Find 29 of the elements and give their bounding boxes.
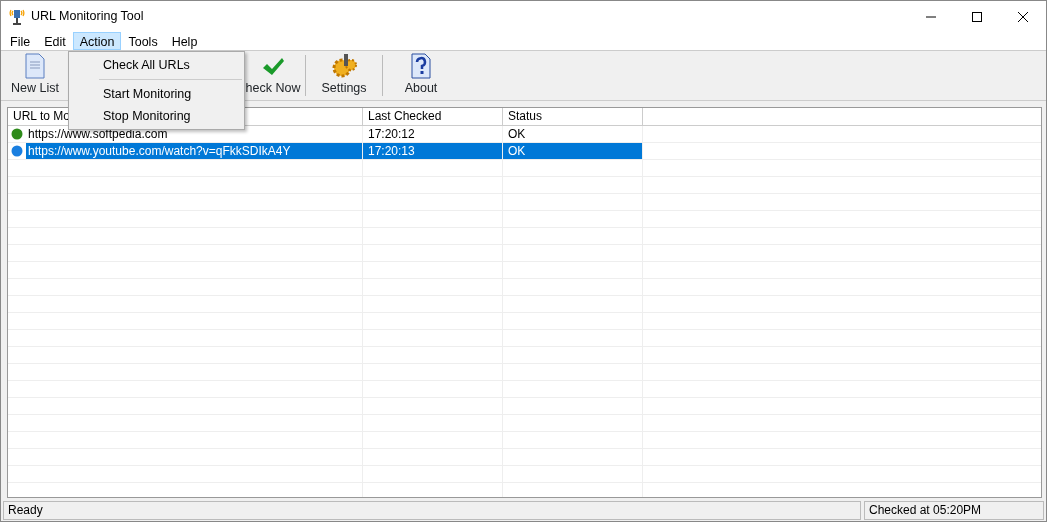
document-icon — [24, 53, 46, 80]
table-cell: OK — [503, 126, 643, 142]
menu-item[interactable]: Help — [164, 32, 205, 50]
toolbar-button[interactable]: About — [385, 53, 457, 98]
gear-icon — [330, 53, 358, 80]
help-icon — [410, 53, 432, 80]
toolbar-button[interactable]: New List — [5, 53, 65, 98]
menu-item[interactable]: Start Monitoring — [69, 83, 244, 105]
toolbar-button[interactable]: heck Now — [243, 53, 303, 98]
table-cell[interactable]: https://www.softpedia.com — [26, 126, 170, 142]
table-cell: OK — [503, 143, 643, 159]
menu-item[interactable]: Tools — [121, 32, 165, 50]
menu-item[interactable]: Stop Monitoring — [69, 105, 244, 127]
menu-item[interactable]: File — [3, 32, 38, 50]
menu-item[interactable]: Edit — [37, 32, 73, 50]
column-header[interactable]: Last Checked — [363, 108, 503, 125]
column-header[interactable]: Status — [503, 108, 643, 125]
toolbar-button[interactable]: Settings — [308, 53, 380, 98]
close-icon[interactable] — [1017, 10, 1029, 23]
maximize-icon[interactable] — [971, 10, 983, 23]
menu-item[interactable]: Check All URLs — [69, 54, 244, 76]
status-text: Checked at 05:20PM — [864, 501, 1044, 520]
status-text: Ready — [3, 501, 861, 520]
table-cell: 17:20:13 — [363, 143, 503, 159]
table-cell[interactable]: https://www.youtube.com/watch?v=qFkkSDIkA4Y — [26, 143, 362, 159]
menu-item[interactable]: Action — [72, 32, 122, 50]
table-cell: 17:20:12 — [363, 126, 503, 142]
app-icon — [9, 7, 25, 26]
window-title: URL Monitoring Tool — [31, 8, 144, 26]
